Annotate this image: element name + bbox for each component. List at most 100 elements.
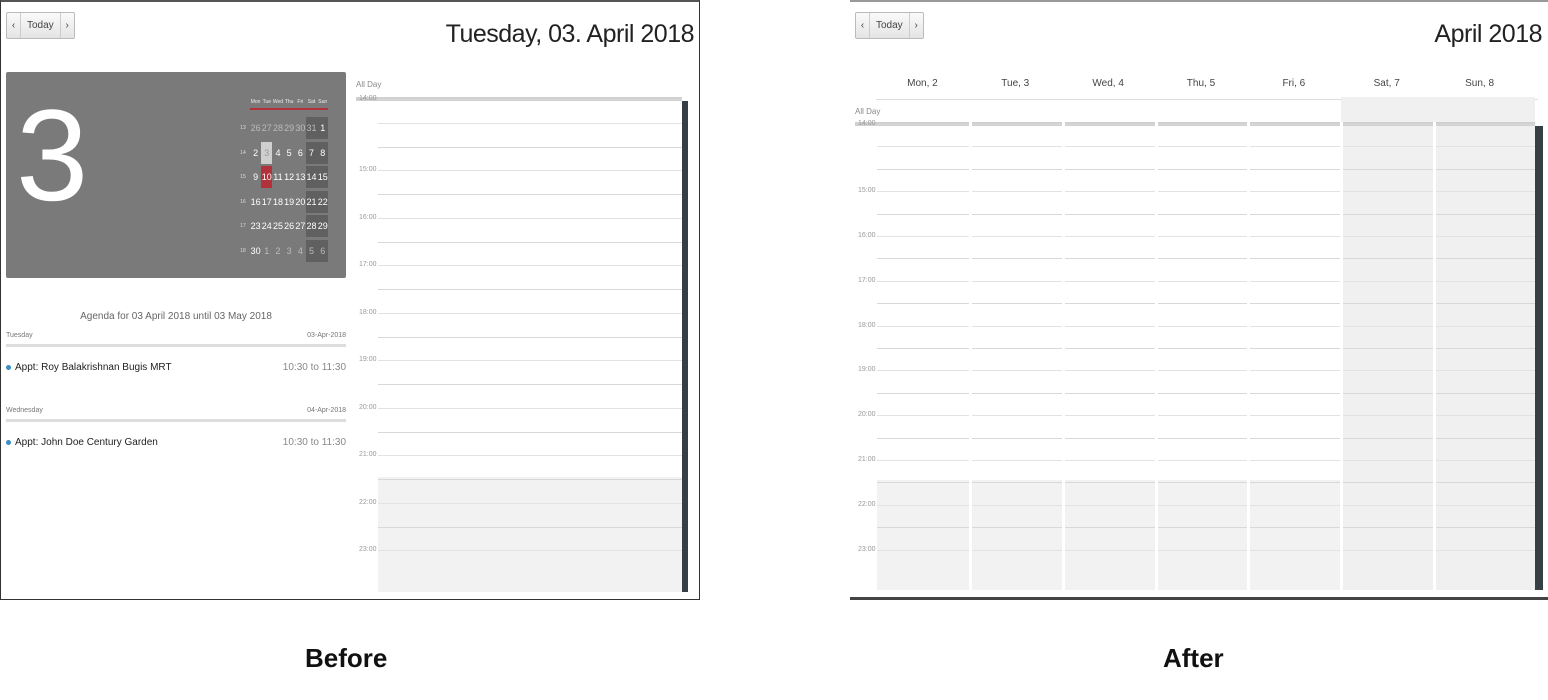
appointment-title: Appt: Roy Balakrishnan Bugis MRT [15, 362, 172, 373]
mini-calendar-day[interactable]: 15 [317, 166, 329, 188]
mini-calendar-day[interactable]: 3 [284, 240, 295, 262]
mini-calendar-day[interactable]: 29 [284, 117, 295, 139]
caption-before: Before [305, 643, 388, 673]
mini-calendar-day[interactable]: 3 [261, 141, 273, 164]
today-button[interactable]: Today [869, 13, 910, 38]
hour-line [378, 289, 682, 290]
mini-calendar-day[interactable]: 17 [261, 191, 272, 213]
mini-calendar-day[interactable]: 6 [317, 239, 329, 262]
event-dot-icon [6, 365, 11, 370]
caption-after: After [1163, 643, 1224, 673]
hour-line [877, 303, 1535, 305]
agenda-weekday: Wednesday [6, 407, 43, 414]
mini-calendar-day[interactable]: 2 [250, 142, 261, 164]
next-button[interactable]: › [61, 13, 74, 38]
half-hour-line [877, 236, 1535, 237]
date-block: 3 Mon Tue Wed Thu Fri Sat Sun 13 26 27 28 29 30 31 1 1… [6, 72, 346, 278]
column-gap [1061, 122, 1065, 590]
mini-calendar-day[interactable]: 11 [272, 166, 283, 188]
mini-calendar-day[interactable]: 13 [295, 166, 306, 188]
mini-calendar-day[interactable]: 30 [295, 117, 306, 139]
mini-calendar-day[interactable]: 28 [305, 215, 318, 237]
day-column-header[interactable]: Tue, 3 [969, 78, 1062, 89]
hour-line [378, 384, 682, 385]
hour-line [378, 194, 682, 195]
mini-calendar-day[interactable]: 25 [272, 215, 283, 237]
agenda-title: Agenda for 03 April 2018 until 03 May 20… [80, 311, 272, 322]
half-hour-line [877, 280, 1535, 282]
appointment-time: 10:30 to 11:30 [282, 437, 346, 448]
hour-line [877, 213, 1535, 215]
hour-line [378, 431, 682, 433]
mini-calendar-day[interactable]: 12 [284, 166, 295, 188]
hour-line [378, 526, 682, 528]
mini-calendar-day[interactable]: 27 [295, 215, 306, 237]
weekday-label: Mon [250, 99, 261, 105]
agenda-appointment[interactable]: Appt: John Doe Century Garden 10:30 to 11… [6, 437, 346, 448]
mini-calendar-day[interactable]: 8 [317, 141, 329, 164]
half-hour-line [877, 325, 1535, 327]
mini-calendar-day[interactable]: 26 [284, 215, 295, 237]
mini-calendar-day[interactable]: 18 [272, 191, 283, 213]
mini-calendar-day[interactable]: 30 [250, 240, 261, 262]
day-time-grid[interactable]: 14:00 15:00 16:00 17:00 18:00 19:00 20:00 21:00… [356, 95, 688, 592]
mini-calendar-day[interactable]: 5 [284, 142, 295, 164]
day-column-header[interactable]: Sun, 8 [1433, 78, 1526, 89]
mini-calendar-day[interactable]: 2 [272, 240, 283, 262]
after-panel: ‹ Today › April 2018 Mon, 2 Tue, 3 Wed, 4T… [850, 0, 1548, 600]
mini-calendar-day[interactable]: 4 [295, 240, 306, 262]
week-number: 17 [240, 223, 246, 229]
day-column-header[interactable]: Sat, 7 [1340, 78, 1433, 89]
prev-button[interactable]: ‹ [7, 13, 20, 38]
day-column-header[interactable]: Fri, 6 [1247, 78, 1340, 89]
mini-calendar-day[interactable]: 23 [250, 215, 261, 237]
mini-calendar-day[interactable]: 5 [305, 239, 318, 262]
before-panel: ‹ Today › Tuesday, 03. April 2018 3 Mon T… [0, 0, 700, 600]
vertical-scrollbar[interactable] [682, 101, 688, 592]
hour-label: 20:00 [858, 411, 876, 419]
hour-label: 17:00 [359, 261, 377, 269]
prev-button[interactable]: ‹ [856, 13, 869, 38]
mini-calendar-day[interactable]: 24 [261, 215, 272, 237]
mini-calendar-day[interactable]: 31 [305, 117, 318, 139]
today-button[interactable]: Today [20, 13, 61, 38]
day-column-header[interactable]: Mon, 2 [876, 78, 969, 89]
mini-calendar-day[interactable]: 22 [317, 190, 329, 213]
mini-calendar-day[interactable]: 1 [261, 240, 272, 262]
agenda-appointment[interactable]: Appt: Roy Balakrishnan Bugis MRT 10:30 to… [6, 362, 346, 373]
after-hours-shade [378, 477, 682, 592]
vertical-scrollbar[interactable] [1535, 126, 1543, 590]
mini-calendar-week: 17 23 24 25 26 27 28 29 [236, 215, 329, 237]
half-hour-line [877, 504, 1535, 506]
mini-calendar-day[interactable]: 27 [261, 117, 272, 139]
agenda-date: 03-Apr-2018 [307, 332, 346, 339]
day-column-header[interactable]: Thu, 5 [1155, 78, 1248, 89]
mini-calendar-day[interactable]: 21 [305, 190, 318, 213]
weekday-label: Sat [307, 99, 316, 105]
mini-calendar-day[interactable]: 20 [295, 191, 306, 213]
mini-calendar-day[interactable]: 29 [317, 215, 329, 237]
mini-calendar-day[interactable]: 9 [250, 166, 261, 188]
mini-calendar-day[interactable]: 16 [250, 191, 261, 213]
hour-line [378, 336, 682, 338]
mini-calendar-day[interactable]: 26 [250, 117, 261, 139]
agenda-date: 04-Apr-2018 [307, 407, 346, 414]
weekday-label: Thu [284, 99, 294, 105]
mini-calendar-day[interactable]: 19 [284, 191, 295, 213]
hour-label: 19:00 [858, 366, 876, 374]
week-time-grid[interactable]: 14:00 15:00 16:00 17:00 18:00 19:00 20:00 21:00… [855, 97, 1543, 590]
appointment-time: 10:30 to 11:30 [282, 362, 346, 373]
mini-calendar-day[interactable]: 4 [272, 142, 283, 164]
next-button[interactable]: › [910, 13, 923, 38]
after-nav-group: ‹ Today › [855, 12, 924, 39]
mini-calendar-day[interactable]: 28 [272, 117, 283, 139]
mini-calendar-day[interactable]: 1 [317, 117, 329, 139]
mini-calendar-day[interactable]: 7 [305, 141, 318, 164]
mini-calendar-day[interactable]: 10 [261, 166, 273, 188]
week-number: 18 [240, 247, 246, 254]
mini-calendar-day[interactable]: 14 [305, 166, 318, 188]
day-column-header[interactable]: Wed, 4 [1062, 78, 1155, 89]
mini-calendar-day[interactable]: 6 [295, 142, 306, 164]
half-hour-line [877, 549, 1535, 551]
half-hour-line [378, 407, 682, 409]
